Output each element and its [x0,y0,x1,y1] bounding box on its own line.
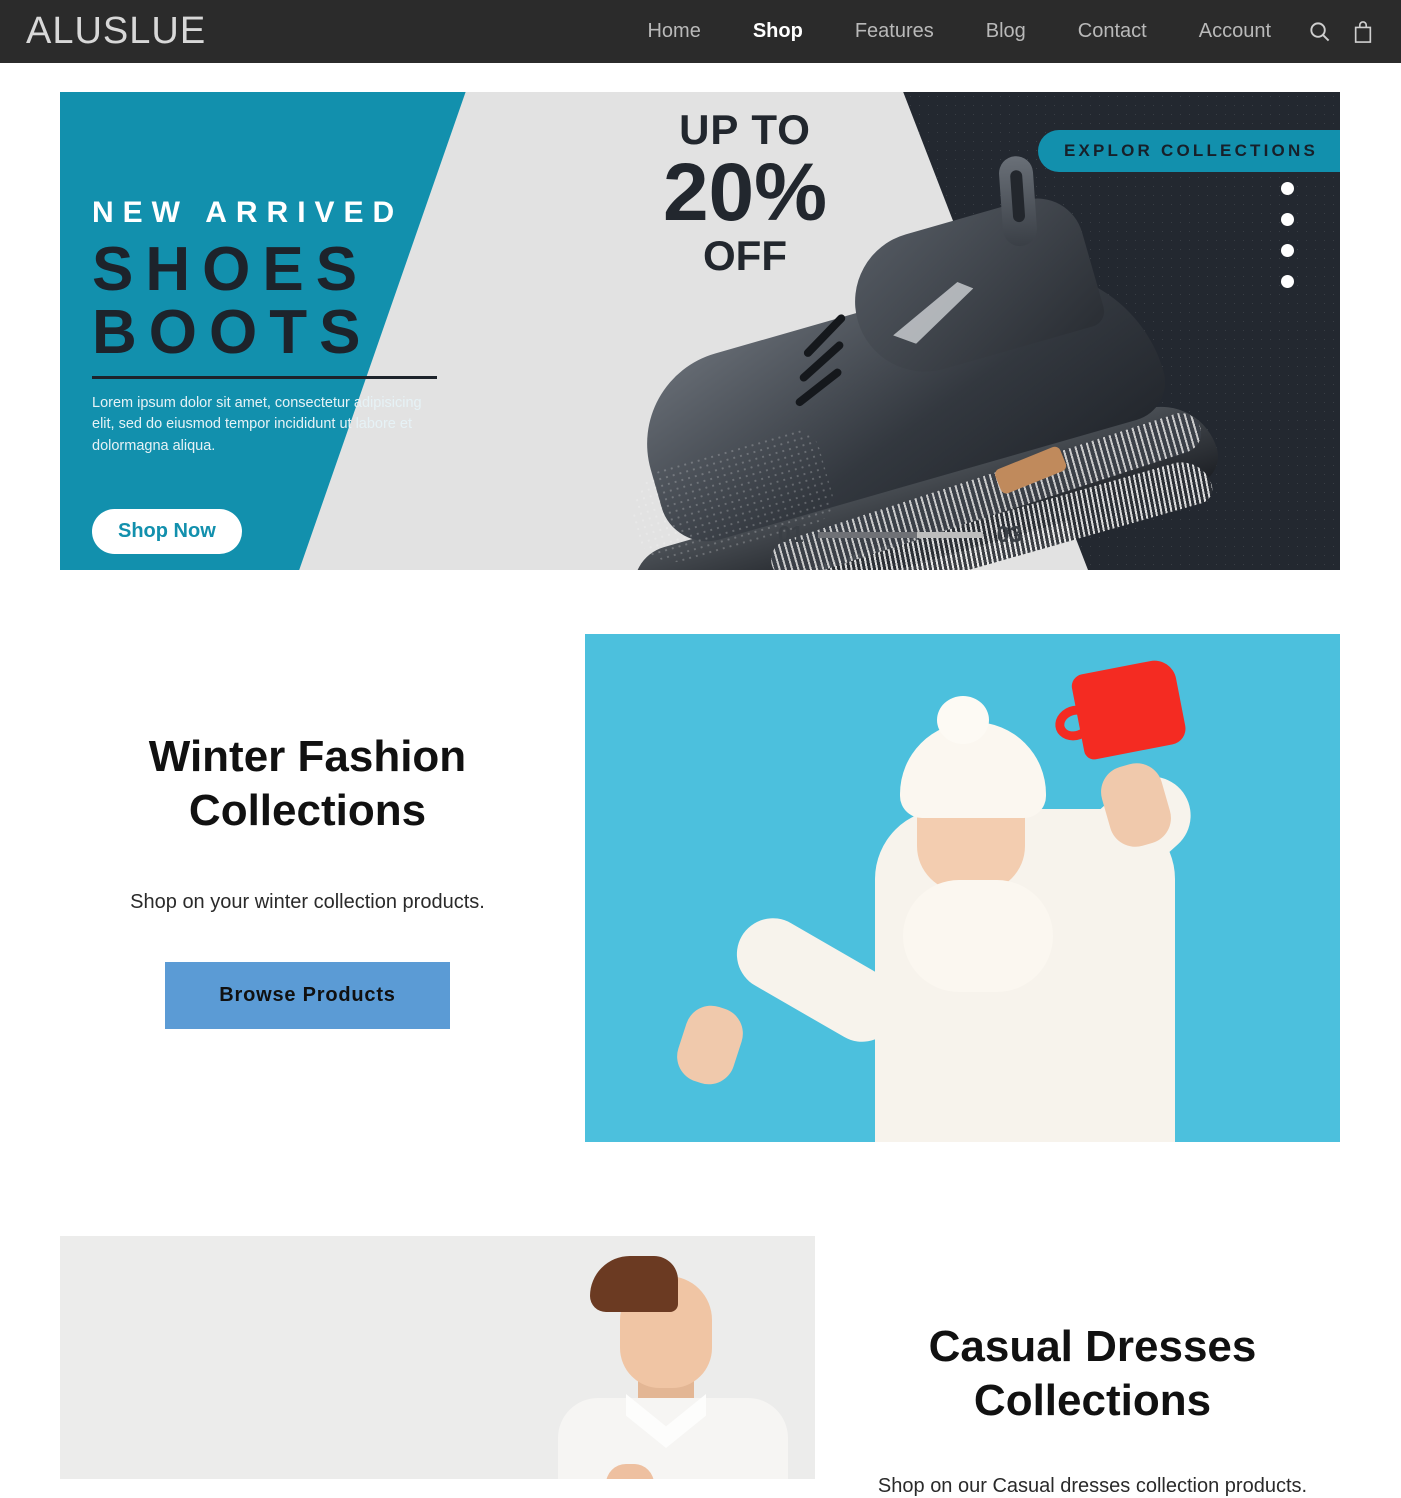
slider-dots[interactable] [1281,182,1294,288]
casual-title-line2: Collections [973,1375,1212,1425]
nav-link-shop[interactable]: Shop [727,20,829,43]
top-navbar: ALUSLUE Home Shop Features Blog Contact … [0,0,1401,63]
casual-dresses-section: Casual Dresses Collections Shop on our C… [0,1236,1401,1497]
winter-model-image [585,634,1340,1142]
hero-banner: NEW ARRIVED SHOES BOOTS Lorem ipsum dolo… [60,92,1340,570]
slide-progress-fill [817,531,917,538]
explore-collections-badge[interactable]: EXPLOR COLLECTIONS [1037,130,1340,172]
red-clutch-bag [1069,656,1189,762]
slide-total-count: 03 [996,521,1023,547]
site-logo[interactable]: ALUSLUE [26,10,206,53]
slide-progress: 01 03 [778,521,1022,548]
slider-dot[interactable] [1281,275,1294,288]
slider-dot[interactable] [1281,182,1294,195]
slider-dot[interactable] [1281,244,1294,257]
offer-percent-value: 20% [662,147,828,238]
hero-offer: UP TO 20% OFF [620,106,870,280]
nav-link-contact[interactable]: Contact [1052,20,1173,43]
winter-title-line2: Collections [188,785,427,835]
offer-off-label: OFF [703,231,787,279]
shop-now-button[interactable]: Shop Now [92,508,242,554]
hero-eyebrow: NEW ARRIVED [92,196,404,229]
slide-current-index: 01 [778,521,804,547]
winter-copy: Winter Fashion Collections Shop on your … [60,730,555,1030]
browse-products-button[interactable]: Browse Products [165,962,450,1030]
hero-title-boots: BOOTS [92,298,373,368]
slide-progress-track[interactable] [817,531,983,538]
hero-title-shoes: SHOES [92,235,370,304]
casual-model-image [60,1236,815,1479]
shopping-bag-icon[interactable] [1341,12,1385,52]
hero-description: Lorem ipsum dolor sit amet, consectetur … [92,395,422,454]
nav-link-blog[interactable]: Blog [960,20,1052,43]
casual-copy: Casual Dresses Collections Shop on our C… [845,1320,1340,1498]
casual-title-line1: Casual Dresses [928,1322,1257,1371]
slider-dot[interactable] [1281,213,1294,226]
hero-copy: NEW ARRIVED SHOES BOOTS Lorem ipsum dolo… [92,196,492,554]
nav-link-home[interactable]: Home [621,20,726,43]
winter-subtitle: Shop on your winter collection products. [130,891,485,914]
search-icon[interactable] [1297,12,1341,52]
nav-link-features[interactable]: Features [829,20,960,43]
nav-links: Home Shop Features Blog Contact Account [621,12,1401,52]
winter-fashion-section: Winter Fashion Collections Shop on your … [0,634,1401,1142]
winter-title-line1: Winter Fashion [148,732,467,781]
hero-divider [92,376,437,380]
nav-link-account[interactable]: Account [1173,20,1297,43]
